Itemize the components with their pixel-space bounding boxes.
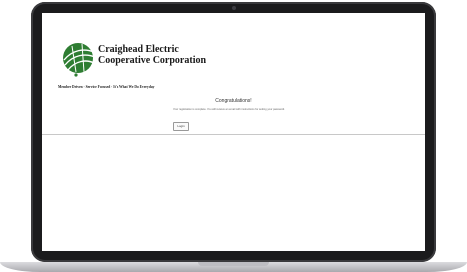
company-name-line2: Cooperative Corporation [98,55,207,66]
globe-power-lines-icon [63,43,96,77]
confirmation-message: Your registration is complete. You will … [173,108,285,111]
tagline: Member Driven · Service Focused · It's W… [58,85,155,89]
camera-icon [231,6,236,10]
laptop-notch [198,262,269,266]
company-name[interactable]: Craighead Electric Cooperative Corporati… [98,44,238,66]
laptop-bezel: Craighead Electric Cooperative Corporati… [31,2,436,262]
company-name-line1: Craighead Electric [98,44,179,55]
page-title: Congratulations! [215,98,252,104]
browser-screen: Craighead Electric Cooperative Corporati… [42,13,425,251]
content-divider [42,134,425,135]
login-button[interactable]: Login [173,122,189,131]
